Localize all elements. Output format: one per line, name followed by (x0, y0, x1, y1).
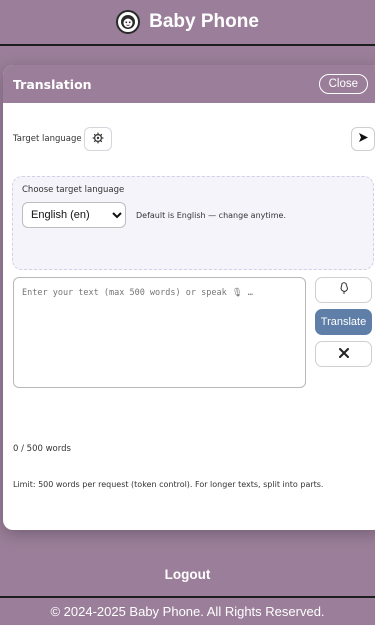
copyright-text: © 2024-2025 Baby Phone. All Rights Reser… (50, 604, 325, 619)
gear-icon (92, 132, 104, 147)
modal-title: Translation (13, 76, 92, 92)
language-row: English (en) Default is English — change… (22, 202, 364, 228)
app-header: Baby Phone (0, 0, 375, 46)
baby-face-icon (116, 10, 141, 34)
target-language-row: Target language (13, 127, 375, 151)
send-button[interactable] (351, 127, 375, 151)
logout-link[interactable]: Logout (0, 567, 375, 582)
language-select[interactable]: English (en) (22, 202, 126, 228)
clear-button[interactable] (315, 341, 372, 367)
text-input[interactable] (13, 277, 306, 388)
action-buttons: Translate (315, 277, 372, 373)
language-settings-button[interactable] (83, 127, 112, 151)
language-hint: Default is English — change anytime. (136, 210, 286, 220)
choose-language-label: Choose target language (22, 185, 125, 195)
microphone-icon (338, 282, 350, 298)
translate-button[interactable]: Translate (315, 309, 372, 335)
clear-x-icon (338, 347, 349, 361)
word-count: 0 / 500 words (13, 444, 71, 454)
microphone-button[interactable] (315, 277, 372, 303)
translation-modal: Translation Close Target language Choose… (3, 65, 375, 530)
limit-note: Limit: 500 words per request (token cont… (13, 480, 324, 489)
target-language-group: Target language (13, 127, 112, 151)
language-chooser-box: Choose target language English (en) Defa… (12, 176, 374, 270)
page-footer: © 2024-2025 Baby Phone. All Rights Reser… (0, 596, 375, 625)
app-title: Baby Phone (149, 11, 259, 32)
modal-header: Translation Close (3, 65, 375, 103)
target-language-label: Target language (13, 134, 82, 144)
send-arrow-icon (358, 132, 369, 146)
close-button[interactable]: Close (318, 74, 368, 94)
